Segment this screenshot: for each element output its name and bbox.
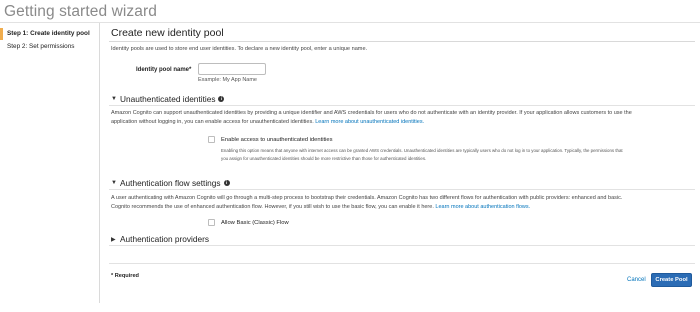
wizard-title: Getting started wizard	[4, 3, 157, 20]
section-divider	[109, 245, 695, 246]
enable-unauthenticated-description: Enabling this option means that anyone w…	[221, 147, 695, 162]
sidebar-step-create-identity-pool[interactable]: Step 1: Create identity pool	[7, 30, 90, 37]
enable-unauthenticated-label: Enable access to unauthenticated identit…	[221, 137, 333, 143]
learn-more-unauthenticated-link[interactable]: Learn more about unauthenticated identit…	[315, 119, 424, 125]
info-icon[interactable]: i	[218, 96, 225, 102]
allow-basic-flow-checkbox[interactable]	[208, 219, 215, 226]
unauth-desc-line1: Amazon Cognito can support unauthenticat…	[111, 110, 632, 116]
active-step-marker	[0, 28, 3, 40]
create-pool-button[interactable]: Create Pool	[651, 273, 692, 287]
authentication-flow-heading: Authentication flow settings	[120, 178, 221, 188]
allow-basic-flow-label: Allow Basic (Classic) Flow	[221, 220, 289, 226]
section-divider	[109, 189, 695, 190]
wizard-sidebar: Step 1: Create identity pool Step 2: Set…	[0, 23, 100, 303]
unauth-desc-line2: application without logging in, you can …	[111, 118, 314, 125]
learn-more-authentication-flows-link[interactable]: Learn more about authentication flows.	[435, 204, 530, 210]
unauthenticated-identities-toggle[interactable]: ▼ Unauthenticated identities i	[111, 94, 225, 104]
required-note: * Required	[111, 273, 139, 279]
page-title: Create new identity pool	[111, 27, 224, 39]
intro-text: Identity pools are used to store end use…	[111, 46, 368, 52]
authentication-flow-toggle[interactable]: ▼ Authentication flow settings i	[111, 178, 230, 188]
auth-flow-desc-line1: A user authenticating with Amazon Cognit…	[111, 195, 623, 201]
main-panel: Create new identity pool Identity pools …	[104, 23, 698, 303]
auth-flow-desc-line2: Cognito recommends the use of enhanced a…	[111, 203, 434, 210]
unauthenticated-identities-heading: Unauthenticated identities	[120, 94, 216, 104]
authentication-flow-description: A user authenticating with Amazon Cognit…	[111, 194, 695, 212]
caret-down-icon: ▼	[111, 96, 117, 102]
authentication-providers-heading: Authentication providers	[120, 234, 210, 244]
cancel-button[interactable]: Cancel	[627, 277, 646, 283]
authentication-providers-toggle[interactable]: ▶ Authentication providers	[111, 234, 209, 244]
unauthenticated-identities-description: Amazon Cognito can support unauthenticat…	[111, 109, 695, 127]
cb-desc-line2: you assign for unauthenticated identitie…	[221, 155, 427, 161]
footer-divider	[109, 263, 695, 264]
title-divider	[109, 41, 695, 42]
identity-pool-name-input[interactable]	[198, 63, 266, 75]
info-icon[interactable]: i	[223, 180, 230, 186]
caret-right-icon: ▶	[111, 236, 116, 243]
cb-desc-line1: Enabling this option means that anyone w…	[221, 148, 623, 153]
identity-pool-name-label: Identity pool name*	[136, 67, 192, 73]
section-divider	[109, 105, 695, 106]
identity-pool-name-hint: Example: My App Name	[198, 77, 257, 83]
sidebar-step-set-permissions[interactable]: Step 2: Set permissions	[7, 43, 75, 50]
caret-down-icon: ▼	[111, 180, 117, 186]
enable-unauthenticated-checkbox[interactable]	[208, 136, 215, 143]
